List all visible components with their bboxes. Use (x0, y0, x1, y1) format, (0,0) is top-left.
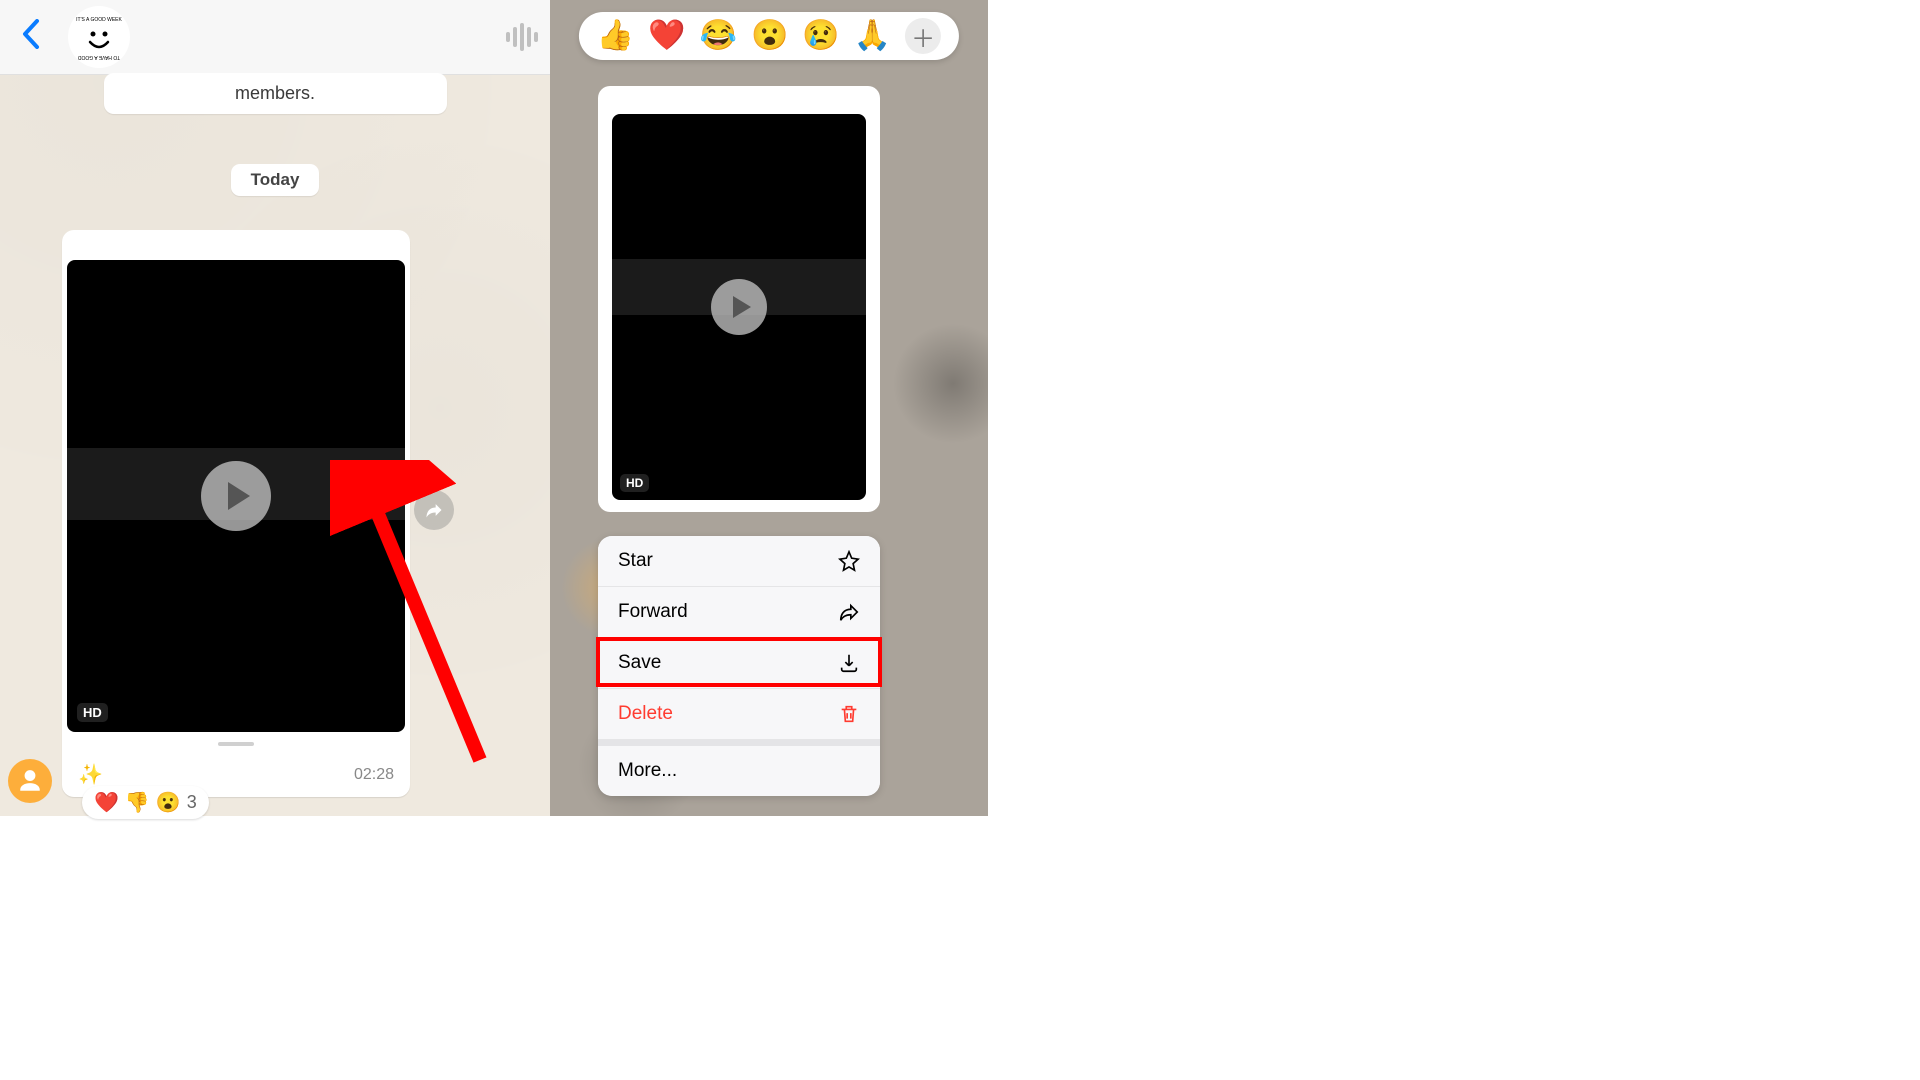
smiley-logo-icon: IT'S A GOOD WEEK TO HAVE A GOOD (68, 6, 130, 68)
message-timestamp: 02:28 (354, 766, 394, 784)
menu-delete[interactable]: Delete (598, 689, 880, 740)
menu-star[interactable]: Star (598, 536, 880, 587)
svg-text:IT'S A GOOD WEEK: IT'S A GOOD WEEK (76, 17, 122, 23)
whatsapp-context-menu-screenshot-right: 👍 ❤️ 😂 😮 😢 🙏 ＋ HD Star Forward Save De (550, 0, 988, 816)
play-button[interactable] (201, 461, 271, 531)
menu-forward[interactable]: Forward (598, 587, 880, 638)
trash-icon (838, 703, 860, 725)
reaction-thumbs-up[interactable]: 👍 (597, 21, 634, 51)
hd-badge: HD (620, 474, 649, 492)
play-button[interactable] (711, 279, 767, 335)
menu-delete-label: Delete (618, 703, 673, 725)
video-message-bubble[interactable]: HD ✨ 02:28 ❤️ 👎 😮 3 (62, 230, 410, 797)
reaction-count: 3 (187, 792, 197, 813)
reaction-emoji: ❤️ (94, 790, 119, 815)
group-avatar[interactable]: IT'S A GOOD WEEK TO HAVE A GOOD (68, 6, 130, 68)
menu-save[interactable]: Save (598, 638, 880, 689)
forward-button[interactable] (414, 490, 454, 530)
context-menu: Star Forward Save Delete More... (598, 536, 880, 796)
reactions-summary[interactable]: ❤️ 👎 😮 3 (82, 786, 209, 819)
forward-icon (838, 601, 860, 623)
back-button[interactable] (12, 19, 50, 55)
caption-grabber (218, 742, 254, 746)
play-icon (228, 482, 250, 510)
system-message: members. (104, 73, 447, 114)
play-icon (733, 296, 751, 318)
reaction-cry[interactable]: 😢 (802, 21, 839, 51)
sender-avatar[interactable] (8, 759, 52, 803)
svg-text:TO HAVE A GOOD: TO HAVE A GOOD (77, 54, 120, 60)
sparkle-emoji: ✨ (78, 762, 103, 787)
forward-icon (424, 500, 444, 520)
menu-more[interactable]: More... (598, 740, 880, 796)
video-thumbnail[interactable]: HD (612, 114, 866, 500)
reaction-more-button[interactable]: ＋ (905, 18, 941, 54)
date-separator: Today (231, 164, 320, 196)
reaction-emoji: 👎 (125, 790, 150, 815)
person-icon (17, 768, 43, 794)
download-icon (838, 652, 860, 674)
menu-more-label: More... (618, 760, 677, 782)
star-icon (838, 550, 860, 572)
reaction-picker: 👍 ❤️ 😂 😮 😢 🙏 ＋ (579, 12, 959, 60)
reaction-heart[interactable]: ❤️ (648, 21, 685, 51)
menu-save-label: Save (618, 652, 661, 674)
menu-forward-label: Forward (618, 601, 688, 623)
reaction-pray[interactable]: 🙏 (854, 21, 891, 51)
reaction-emoji: 😮 (156, 790, 181, 815)
message-preview-bubble: HD (598, 86, 880, 512)
voice-message-icon[interactable] (506, 23, 538, 51)
reaction-laugh[interactable]: 😂 (700, 21, 737, 51)
hd-badge: HD (77, 703, 108, 722)
whatsapp-chat-screenshot-left: IT'S A GOOD WEEK TO HAVE A GOOD members.… (0, 0, 550, 816)
menu-star-label: Star (618, 550, 653, 572)
reaction-surprised[interactable]: 😮 (751, 21, 788, 51)
video-thumbnail[interactable]: HD (67, 260, 405, 732)
chat-header: IT'S A GOOD WEEK TO HAVE A GOOD (0, 0, 550, 75)
